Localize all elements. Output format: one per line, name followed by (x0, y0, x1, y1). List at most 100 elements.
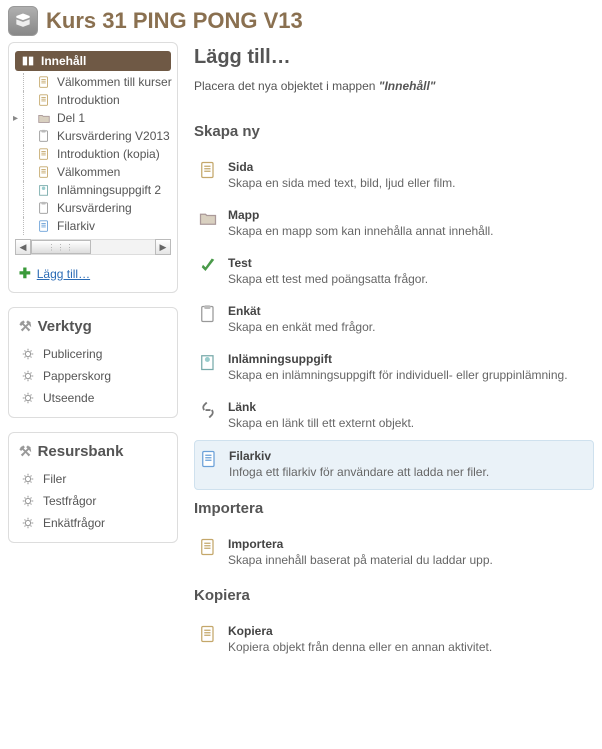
filearchive-icon (37, 219, 51, 233)
tree-item-label: Välkommen till kurser (57, 75, 172, 89)
section-kopiera-title: Kopiera (194, 577, 594, 616)
resursbank-panel: ⚒ Resursbank Filer Testfrågor Enkätfrågor (8, 432, 178, 543)
skapa-ny-option-6[interactable]: FilarkivInfoga ett filarkiv för användar… (194, 440, 594, 490)
tree-root-innehall[interactable]: Innehåll (15, 51, 171, 71)
option-desc: Skapa innehåll baserat på material du la… (228, 553, 590, 567)
resursbank-item-1[interactable]: Testfrågor (9, 490, 177, 512)
importera-option-0[interactable]: ImporteraSkapa innehåll baserat på mater… (194, 529, 594, 577)
option-label: Kopiera (228, 624, 590, 640)
survey-icon (37, 129, 51, 143)
scroll-track[interactable]: ⋮⋮⋮ (31, 239, 155, 255)
verktyg-item-2[interactable]: Utseende (9, 387, 177, 409)
page-icon (37, 165, 51, 179)
tree-root-label: Innehåll (41, 54, 86, 68)
option-label: Importera (228, 537, 590, 553)
option-label: Test (228, 256, 590, 272)
option-label: Inlämningsuppgift (228, 352, 590, 368)
tree-item-1[interactable]: Introduktion (9, 91, 177, 109)
skapa-ny-option-4[interactable]: InlämningsuppgiftSkapa en inlämningsuppg… (194, 344, 594, 392)
assignment-icon (198, 352, 218, 372)
option-label: Enkät (228, 304, 590, 320)
tree-item-5[interactable]: Välkommen (9, 163, 177, 181)
panel-item-label: Papperskorg (43, 369, 111, 383)
page-icon (198, 624, 218, 644)
tree-item-0[interactable]: Välkommen till kurser (9, 73, 177, 91)
skapa-ny-option-5[interactable]: LänkSkapa en länk till ett externt objek… (194, 392, 594, 440)
tree-item-3[interactable]: Kursvärdering V2013 (9, 127, 177, 145)
page-icon (37, 93, 51, 107)
scroll-right-button[interactable]: ▶ (155, 239, 171, 255)
panel-item-label: Utseende (43, 391, 94, 405)
option-label: Länk (228, 400, 590, 416)
tree-item-label: Kursvärdering V2013 (57, 129, 170, 143)
resursbank-item-0[interactable]: Filer (9, 468, 177, 490)
skapa-ny-option-2[interactable]: TestSkapa ett test med poängsatta frågor… (194, 248, 594, 296)
kopiera-option-0[interactable]: KopieraKopiera objekt från denna eller e… (194, 616, 594, 664)
skapa-ny-option-1[interactable]: MappSkapa en mapp som kan innehålla anna… (194, 200, 594, 248)
gear-icon (21, 494, 35, 508)
tree-horizontal-scrollbar[interactable]: ◀ ⋮⋮⋮ ▶ (15, 239, 171, 255)
content-tree-panel: Innehåll Välkommen till kurser Introdukti… (8, 42, 178, 293)
section-importera-title: Importera (194, 490, 594, 529)
assignment-icon (37, 183, 51, 197)
panel-item-label: Enkätfrågor (43, 516, 105, 530)
verktyg-item-1[interactable]: Papperskorg (9, 365, 177, 387)
tree-item-6[interactable]: Inlämningsuppgift 2 (9, 181, 177, 199)
option-desc: Skapa en sida med text, bild, ljud eller… (228, 176, 590, 190)
main-title: Lägg till… (194, 42, 594, 79)
verktyg-item-0[interactable]: Publicering (9, 343, 177, 365)
resources-icon: ⚒ (19, 443, 32, 460)
tree-item-4[interactable]: Introduktion (kopia) (9, 145, 177, 163)
verktyg-panel: ⚒ Verktyg Publicering Papperskorg Utseende (8, 307, 178, 418)
course-icon (8, 6, 38, 36)
option-desc: Skapa en enkät med frågor. (228, 320, 590, 334)
verktyg-title: Verktyg (38, 318, 92, 335)
scroll-left-button[interactable]: ◀ (15, 239, 31, 255)
page-icon (37, 147, 51, 161)
link-icon (198, 400, 218, 420)
skapa-ny-option-3[interactable]: EnkätSkapa en enkät med frågor. (194, 296, 594, 344)
gear-icon (21, 369, 35, 383)
breadcrumb-folder: "Innehåll" (379, 79, 436, 93)
section-skapa-ny-title: Skapa ny (194, 113, 594, 152)
breadcrumb: Placera det nya objektet i mappen "Inneh… (194, 79, 594, 113)
tree-item-label: Inlämningsuppgift 2 (57, 183, 161, 197)
page-icon (198, 160, 218, 180)
option-desc: Infoga ett filarkiv för användare att la… (229, 465, 589, 479)
gear-icon (21, 347, 35, 361)
option-desc: Kopiera objekt från denna eller en annan… (228, 640, 590, 654)
filearchive-icon (199, 449, 219, 469)
folder-icon (198, 208, 218, 228)
panel-item-label: Testfrågor (43, 494, 96, 508)
scroll-thumb[interactable]: ⋮⋮⋮ (31, 240, 91, 254)
survey-icon (37, 201, 51, 215)
page-icon (198, 537, 218, 557)
skapa-ny-option-0[interactable]: SidaSkapa en sida med text, bild, ljud e… (194, 152, 594, 200)
panel-item-label: Publicering (43, 347, 102, 361)
add-link[interactable]: Lägg till… (37, 267, 90, 281)
tree-item-label: Introduktion (kopia) (57, 147, 160, 161)
folder-icon (37, 111, 51, 125)
option-label: Filarkiv (229, 449, 589, 465)
panel-item-label: Filer (43, 472, 66, 486)
tree-item-label: Kursvärdering (57, 201, 132, 215)
test-icon (198, 256, 218, 276)
survey-icon (198, 304, 218, 324)
gear-icon (21, 516, 35, 530)
option-desc: Skapa ett test med poängsatta frågor. (228, 272, 590, 286)
resursbank-title: Resursbank (38, 443, 124, 460)
gear-icon (21, 472, 35, 486)
book-icon (21, 54, 35, 68)
tools-icon: ⚒ (19, 318, 32, 335)
resursbank-item-2[interactable]: Enkätfrågor (9, 512, 177, 534)
tree-item-label: Välkommen (57, 165, 120, 179)
breadcrumb-prefix: Placera det nya objektet i mappen (194, 79, 379, 93)
option-label: Mapp (228, 208, 590, 224)
tree-item-7[interactable]: Kursvärdering (9, 199, 177, 217)
option-label: Sida (228, 160, 590, 176)
option-desc: Skapa en inlämningsuppgift för individue… (228, 368, 590, 382)
option-desc: Skapa en mapp som kan innehålla annat in… (228, 224, 590, 238)
tree-item-8[interactable]: Filarkiv (9, 217, 177, 235)
option-desc: Skapa en länk till ett externt objekt. (228, 416, 590, 430)
tree-item-2[interactable]: Del 1 (9, 109, 177, 127)
